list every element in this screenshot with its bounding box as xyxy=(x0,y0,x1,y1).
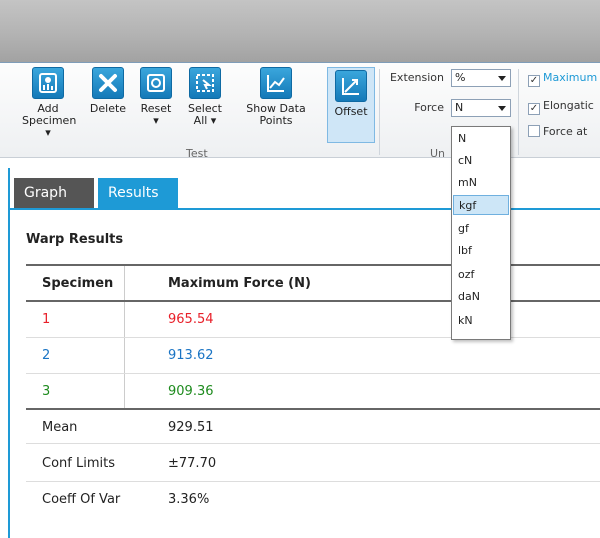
header-specimen: Specimen xyxy=(42,276,114,291)
chevron-down-icon xyxy=(498,106,506,111)
offset-icon xyxy=(335,70,367,102)
select-all-label: Select All ▾ xyxy=(188,102,222,127)
checkbox-unchecked-icon[interactable] xyxy=(528,125,540,137)
stat-value: 3.36% xyxy=(168,492,210,507)
max-force-value: 913.62 xyxy=(168,348,214,363)
dropdown-option-kn[interactable]: kN xyxy=(453,311,509,331)
specimen-id: 3 xyxy=(42,384,51,399)
force-label: Force xyxy=(414,101,444,114)
show-data-points-button[interactable]: Show Data Points xyxy=(236,67,316,145)
units-group-label: Un xyxy=(430,147,446,160)
check-force-at-label: Force at xyxy=(543,125,588,138)
delete-label: Delete xyxy=(89,102,127,115)
force-unit-dropdown: N cN mN kgf gf lbf ozf daN kN xyxy=(451,126,511,340)
add-specimen-label: Add Specimen ▾ xyxy=(22,102,77,139)
check-elongation[interactable]: ✓ Elongatic xyxy=(528,99,594,115)
test-group-label: Test xyxy=(186,147,208,160)
tab-results[interactable]: Results xyxy=(98,178,178,208)
dropdown-option-cn[interactable]: cN xyxy=(453,151,509,171)
select-all-icon xyxy=(189,67,221,99)
table-row[interactable]: 1 965.54 xyxy=(26,302,600,338)
stat-value: ±77.70 xyxy=(168,456,217,471)
table-header-row: Specimen Maximum Force (N) xyxy=(26,264,600,302)
offset-button[interactable]: Offset xyxy=(327,67,375,143)
table-row[interactable]: 3 909.36 xyxy=(26,374,600,410)
extension-value: % xyxy=(455,71,466,84)
check-maximum[interactable]: ✓ Maximum xyxy=(528,71,597,87)
add-specimen-icon xyxy=(32,67,64,99)
delete-x-icon xyxy=(92,67,124,99)
group-separator xyxy=(518,69,519,155)
dropdown-option-n[interactable]: N xyxy=(453,129,509,149)
force-value: N xyxy=(455,101,464,114)
stat-label: Mean xyxy=(42,420,78,435)
checkbox-checked-icon[interactable]: ✓ xyxy=(528,103,540,115)
dropdown-option-gf[interactable]: gf xyxy=(453,219,509,239)
header-maximum-force: Maximum Force (N) xyxy=(168,276,311,291)
extension-combo[interactable]: % xyxy=(451,69,511,87)
reset-label: Reset ▾ xyxy=(140,102,172,127)
stat-value: 929.51 xyxy=(168,420,214,435)
dropdown-option-kgf[interactable]: kgf xyxy=(453,195,509,215)
force-combo[interactable]: N xyxy=(451,99,511,117)
tab-underline xyxy=(10,208,600,210)
check-elongation-label: Elongatic xyxy=(543,99,594,112)
tab-graph[interactable]: Graph xyxy=(14,178,94,208)
stat-label: Conf Limits xyxy=(42,456,115,471)
offset-label: Offset xyxy=(334,105,368,118)
chevron-down-icon xyxy=(498,76,506,81)
check-force-at[interactable]: Force at xyxy=(528,125,587,138)
add-specimen-button[interactable]: Add Specimen ▾ xyxy=(22,67,77,145)
dropdown-option-mn[interactable]: mN xyxy=(453,173,509,193)
results-title: Warp Results xyxy=(26,232,124,247)
check-maximum-label: Maximum xyxy=(543,71,598,84)
show-data-points-label: Show Data Points xyxy=(246,102,306,127)
max-force-value: 909.36 xyxy=(168,384,214,399)
table-row[interactable]: 2 913.62 xyxy=(26,338,600,374)
show-data-points-icon xyxy=(260,67,292,99)
specimen-id: 2 xyxy=(42,348,51,363)
select-all-button[interactable]: Select All ▾ xyxy=(182,67,228,145)
checkbox-checked-icon[interactable]: ✓ xyxy=(528,75,540,87)
stats-row: Conf Limits ±77.70 xyxy=(26,446,600,482)
group-separator xyxy=(379,69,380,155)
delete-button[interactable]: Delete xyxy=(86,67,130,145)
max-force-value: 965.54 xyxy=(168,312,214,327)
title-bar xyxy=(0,0,600,62)
reset-icon xyxy=(140,67,172,99)
stat-label: Coeff Of Var xyxy=(42,492,121,507)
specimen-id: 1 xyxy=(42,312,51,327)
reset-button[interactable]: Reset ▾ xyxy=(134,67,178,145)
stats-row: Mean 929.51 xyxy=(26,408,600,444)
dropdown-option-dan[interactable]: daN xyxy=(453,287,509,307)
dropdown-option-ozf[interactable]: ozf xyxy=(453,265,509,285)
stats-row: Coeff Of Var 3.36% xyxy=(26,482,600,518)
dropdown-option-lbf[interactable]: lbf xyxy=(453,241,509,261)
extension-label: Extension xyxy=(389,71,444,84)
